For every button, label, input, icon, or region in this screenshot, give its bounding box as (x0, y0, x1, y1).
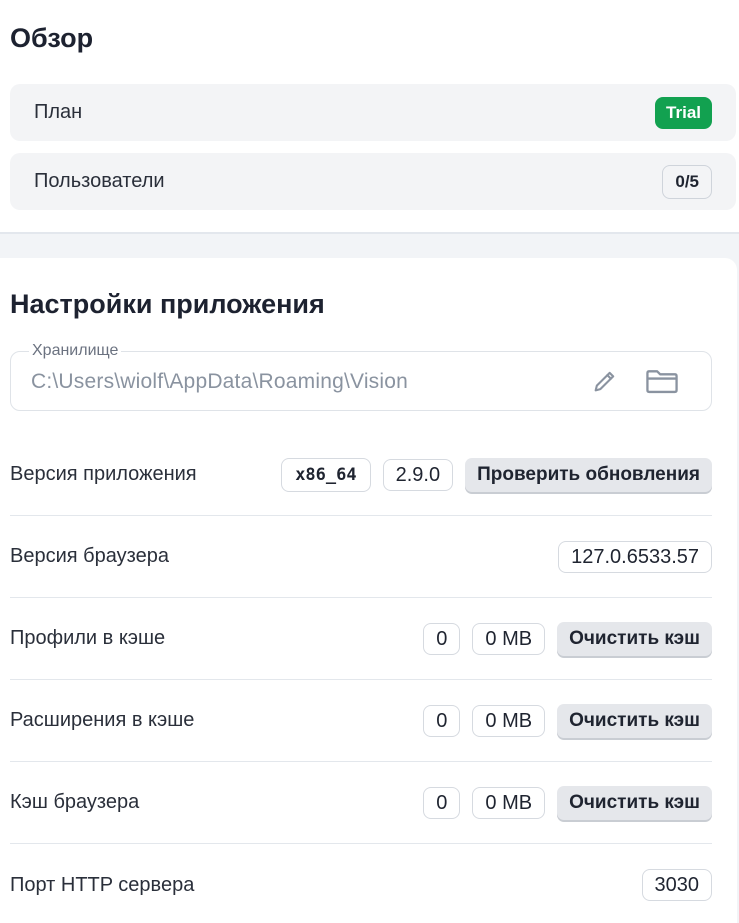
browser-cache-size: 0 MB (472, 786, 546, 819)
http-port-label: Порт HTTP сервера (10, 873, 195, 896)
cached-extensions-count: 0 (423, 704, 461, 737)
browser-version-row: Версия браузера 127.0.6533.57 (10, 516, 712, 598)
cached-profiles-size: 0 MB (472, 622, 546, 655)
cached-profiles-count: 0 (423, 622, 461, 655)
app-version-value: 2.9.0 (382, 458, 454, 491)
settings-title: Настройки приложения (10, 289, 325, 319)
storage-label: Хранилище (29, 342, 122, 360)
users-row: Пользователи 0/5 (10, 153, 736, 210)
browser-version-value: 127.0.6533.57 (558, 540, 712, 573)
http-port-row: Порт HTTP сервера 3030 (10, 844, 712, 923)
cached-profiles-label: Профили в кэше (10, 627, 166, 649)
pencil-icon[interactable] (591, 367, 619, 395)
clear-profiles-cache-button[interactable]: Очистить кэш (557, 621, 712, 656)
users-count-badge: 0/5 (662, 164, 712, 199)
browser-cache-row: Кэш браузера 0 0 MB Очистить кэш (10, 762, 712, 844)
app-version-label: Версия приложения (10, 463, 197, 485)
plan-badge: Trial (655, 96, 712, 129)
app-settings-card: Настройки приложения Хранилище C:\Users\… (0, 258, 737, 923)
plan-label: План (34, 101, 83, 123)
plan-row: План Trial (10, 84, 736, 141)
overview-section: Обзор План Trial Пользователи 0/5 (0, 0, 739, 234)
overview-title: Обзор (10, 23, 94, 53)
cached-extensions-label: Расширения в кэше (10, 709, 195, 731)
cached-profiles-row: Профили в кэше 0 0 MB Очистить кэш (10, 598, 712, 680)
check-updates-button[interactable]: Проверить обновления (465, 457, 712, 492)
browser-version-label: Версия браузера (10, 545, 169, 567)
arch-badge: x86_64 (281, 457, 371, 492)
cached-extensions-row: Расширения в кэше 0 0 MB Очистить кэш (10, 680, 712, 762)
http-port-value[interactable]: 3030 (641, 869, 712, 901)
app-version-row: Версия приложения x86_64 2.9.0 Проверить… (10, 434, 712, 516)
storage-path: C:\Users\wiolf\AppData\Roaming\Vision (31, 370, 409, 393)
clear-browser-cache-button[interactable]: Очистить кэш (557, 785, 712, 820)
users-label: Пользователи (34, 170, 165, 192)
browser-cache-count: 0 (423, 786, 461, 819)
cached-extensions-size: 0 MB (472, 704, 546, 737)
browser-cache-label: Кэш браузера (10, 791, 140, 813)
storage-field[interactable]: Хранилище C:\Users\wiolf\AppData\Roaming… (10, 342, 712, 411)
folder-icon[interactable] (645, 367, 679, 395)
clear-extensions-cache-button[interactable]: Очистить кэш (557, 703, 712, 738)
